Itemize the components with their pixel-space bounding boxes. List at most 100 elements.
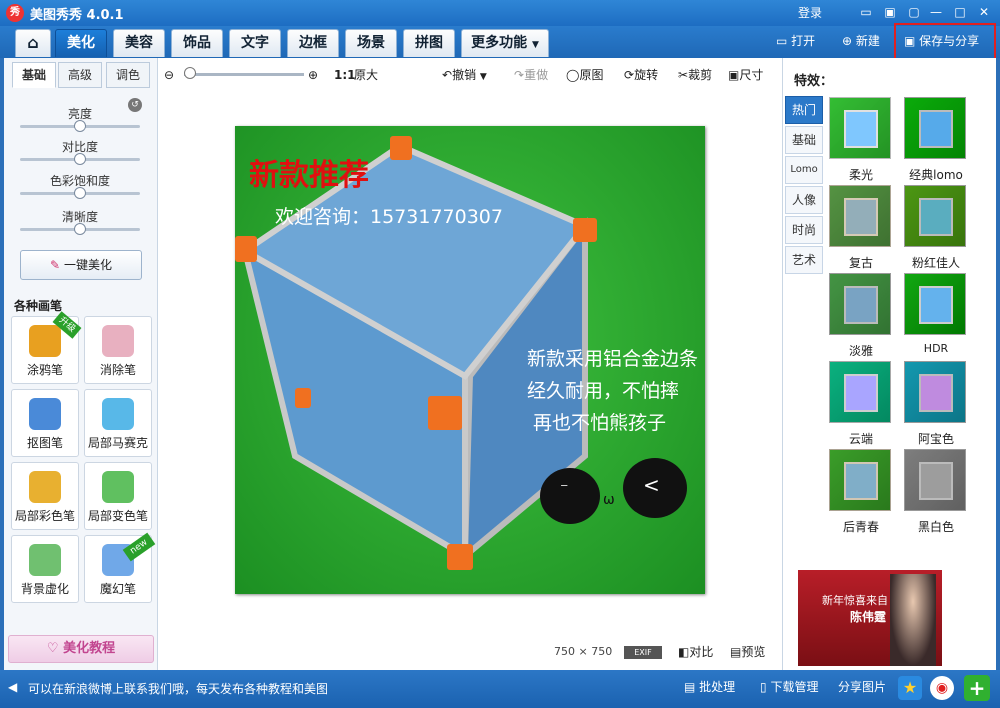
open-label: 打开: [791, 34, 816, 48]
ad-name: 陈伟霆: [850, 610, 887, 624]
paintbrush-icon: [29, 325, 61, 357]
close-icon[interactable]: ✕: [974, 3, 994, 21]
effect-tab-portrait[interactable]: 人像: [785, 186, 823, 214]
effect-tab-basic[interactable]: 基础: [785, 126, 823, 154]
effects-title: 特效：: [794, 74, 834, 89]
brush-color[interactable]: 局部彩色笔: [11, 462, 79, 530]
crop-button[interactable]: ✂裁剪: [678, 66, 712, 84]
home-tab[interactable]: ⌂: [15, 29, 51, 57]
hands-icon: ♡: [46, 641, 59, 656]
compare-button[interactable]: ◧对比: [678, 643, 713, 660]
compare-label: 对比: [689, 645, 714, 659]
effect-label: 云端: [848, 432, 873, 446]
sharpness-knob[interactable]: [74, 223, 86, 235]
zoom-in-icon[interactable]: ⊕: [308, 66, 318, 84]
preview-label: 预览: [741, 645, 766, 659]
effect-thumb[interactable]: [904, 185, 966, 247]
original-size-button[interactable]: 原大: [354, 66, 378, 84]
effect-label: 复古: [848, 256, 873, 270]
original-button[interactable]: ◯原图: [566, 66, 603, 84]
effect-tab-art[interactable]: 艺术: [785, 246, 823, 274]
zoom-out-icon[interactable]: ⊖: [164, 66, 174, 84]
photo-canvas[interactable]: ⁻ < ω 新款推荐 欢迎咨询：15731770307 新款采用铝合金边条 经久…: [235, 126, 705, 594]
batch-icon: ▤: [684, 680, 696, 694]
message-icon[interactable]: ▭: [856, 3, 876, 21]
brightness-knob[interactable]: [74, 120, 86, 132]
minimize-icon[interactable]: —: [926, 3, 946, 21]
effect-thumb[interactable]: [904, 273, 966, 335]
login-link[interactable]: 登录: [798, 4, 822, 21]
effect-tab-hot[interactable]: 热门: [785, 96, 823, 124]
tutorial-button[interactable]: ♡ 美化教程: [8, 635, 154, 663]
more-features-button[interactable]: 更多功能 ▼: [461, 29, 549, 57]
tab-scene[interactable]: 场景: [345, 29, 397, 57]
share-label: 分享图片: [838, 680, 887, 694]
preview-button[interactable]: ▤预览: [730, 643, 765, 660]
zoom-ratio[interactable]: 1:1: [334, 66, 356, 84]
effect-thumb[interactable]: [904, 449, 966, 511]
menu-icon[interactable]: ▣: [880, 3, 900, 21]
brush-eraser[interactable]: 消除笔: [84, 316, 152, 384]
effect-thumb[interactable]: [904, 97, 966, 159]
eraser-icon: [102, 325, 134, 357]
effect-thumb[interactable]: [829, 185, 891, 247]
subtab-color[interactable]: 调色: [106, 62, 150, 88]
zoom-knob[interactable]: [184, 67, 196, 79]
tab-frame[interactable]: 边框: [287, 29, 339, 57]
rotate-button[interactable]: ⟳旋转: [624, 66, 658, 84]
photo-headline: 新款推荐: [249, 158, 369, 193]
effect-thumb[interactable]: [829, 361, 891, 423]
effect-label: 后青春: [842, 520, 879, 534]
effect-thumb[interactable]: [829, 449, 891, 511]
saturation-knob[interactable]: [74, 187, 86, 199]
effect-tab-lomo[interactable]: Lomo: [785, 156, 823, 184]
brush-recolor[interactable]: 局部变色笔: [84, 462, 152, 530]
redo-button[interactable]: ↷重做: [514, 66, 548, 84]
effect-label: 经典lomo: [909, 168, 963, 182]
speaker-icon: ◀: [8, 680, 18, 694]
one-click-beautify-button[interactable]: ✎ 一键美化: [20, 250, 142, 280]
weibo-icon[interactable]: ◉: [930, 676, 954, 700]
subtab-advanced[interactable]: 高级: [58, 62, 102, 88]
tab-beauty[interactable]: 美容: [113, 29, 165, 57]
effect-thumb[interactable]: [829, 273, 891, 335]
chevron-down-icon: ▼: [479, 72, 487, 82]
svg-text:⁻: ⁻: [560, 479, 568, 498]
tab-beautify[interactable]: 美化: [55, 29, 107, 57]
download-label: 下载管理: [770, 680, 819, 694]
photo-line3: 再也不怕熊孩子: [533, 412, 667, 434]
exif-button[interactable]: EXIF: [624, 646, 662, 659]
svg-text:ω: ω: [603, 492, 615, 508]
maximize-icon[interactable]: □: [950, 3, 970, 21]
share-image-button[interactable]: 分享图片: [838, 678, 886, 696]
new-button[interactable]: ⊕ 新建: [842, 30, 880, 52]
download-manager-button[interactable]: ▯ 下载管理: [760, 678, 818, 696]
batch-button[interactable]: ▤ 批处理: [684, 678, 735, 696]
skin-icon[interactable]: ▢: [904, 3, 924, 21]
brush-mosaic[interactable]: 局部马赛克: [84, 389, 152, 457]
tab-collage[interactable]: 拼图: [403, 29, 455, 57]
one-click-label: 一键美化: [63, 258, 112, 272]
tab-text[interactable]: 文字: [229, 29, 281, 57]
brush-cutout[interactable]: 抠图笔: [11, 389, 79, 457]
tab-accessories[interactable]: 饰品: [171, 29, 223, 57]
brush-bg-blur[interactable]: 背景虚化: [11, 535, 79, 603]
mosaic-icon: [102, 398, 134, 430]
resize-button[interactable]: ▣尺寸: [728, 66, 763, 84]
star-icon[interactable]: ★: [898, 676, 922, 700]
undo-button[interactable]: ↶撤销 ▼: [442, 66, 487, 84]
zoom-slider[interactable]: [184, 73, 304, 76]
brush-label: 局部彩色笔: [14, 509, 75, 523]
effect-thumb[interactable]: [904, 361, 966, 423]
effect-thumb[interactable]: [829, 97, 891, 159]
effect-label: 淡雅: [848, 344, 873, 358]
subtab-basic[interactable]: 基础: [12, 62, 56, 88]
status-message[interactable]: 可以在新浪微博上联系我们哦，每天发布各种教程和美图: [28, 680, 328, 697]
contrast-knob[interactable]: [74, 153, 86, 165]
open-button[interactable]: ▭ 打开: [776, 30, 815, 52]
bucket-icon: [102, 471, 134, 503]
effect-label: 黑白色: [917, 520, 954, 534]
add-icon[interactable]: +: [964, 675, 990, 701]
ad-banner[interactable]: 新年惊喜来自 陈伟霆: [798, 570, 942, 666]
effect-tab-fashion[interactable]: 时尚: [785, 216, 823, 244]
